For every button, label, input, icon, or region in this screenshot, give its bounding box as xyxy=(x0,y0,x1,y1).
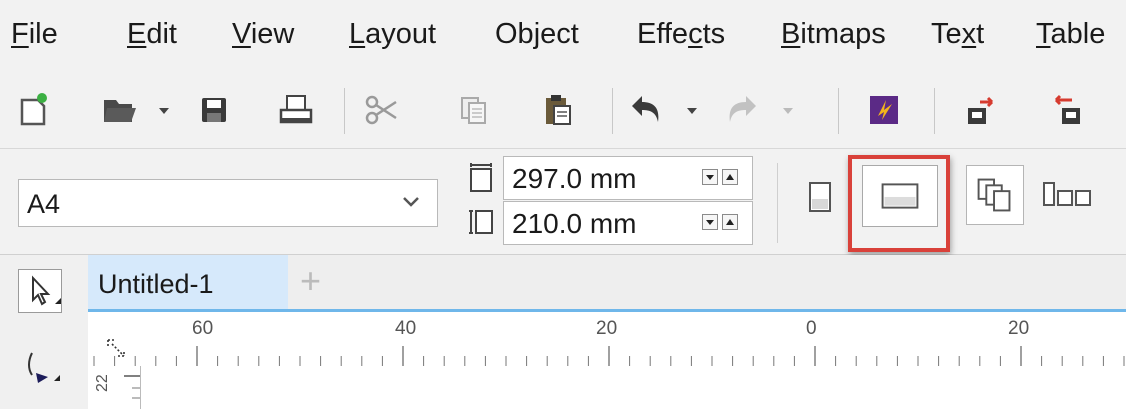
pick-tool-icon[interactable] xyxy=(18,269,62,313)
toolbox xyxy=(0,255,89,409)
page-width-field[interactable]: 297.0 mm xyxy=(503,156,753,200)
menu-effects[interactable]: Effects xyxy=(637,16,725,52)
corel-connect-icon[interactable] xyxy=(862,88,906,132)
toolbar-separator xyxy=(934,88,935,134)
standard-toolbar xyxy=(0,78,1126,149)
menu-text[interactable]: Text xyxy=(931,16,984,52)
print-icon[interactable] xyxy=(274,88,318,132)
chevron-down-icon[interactable] xyxy=(401,192,421,212)
page-height-value: 210.0 mm xyxy=(512,208,637,239)
document-tab-label: Untitled-1 xyxy=(98,269,214,299)
page-size-preset-value: A4 xyxy=(27,189,61,219)
page-height-field[interactable]: 210.0 mm xyxy=(503,201,753,245)
ruler-origin-icon[interactable] xyxy=(104,336,130,362)
portrait-orientation-button[interactable] xyxy=(806,179,834,215)
redo-dropdown-icon[interactable] xyxy=(766,88,793,132)
width-increase-button[interactable] xyxy=(722,169,738,185)
undo-icon[interactable] xyxy=(624,88,668,132)
save-icon[interactable] xyxy=(192,88,236,132)
paste-icon[interactable] xyxy=(536,88,580,132)
shape-tool-icon[interactable] xyxy=(18,347,62,391)
menu-object[interactable]: Object xyxy=(495,16,579,52)
width-decrease-button[interactable] xyxy=(702,169,718,185)
export-icon[interactable] xyxy=(1044,88,1088,132)
redo-icon[interactable] xyxy=(720,88,764,132)
toolbar-separator xyxy=(344,88,345,134)
page-size-preset-select[interactable]: A4 xyxy=(18,179,438,227)
menu-bitmaps[interactable]: Bitmaps xyxy=(781,16,886,52)
horizontal-ruler[interactable]: 60 40 20 0 20 xyxy=(88,312,1126,367)
drawing-canvas[interactable] xyxy=(141,366,1126,409)
add-tab-button[interactable]: + xyxy=(300,261,321,301)
all-pages-button[interactable] xyxy=(966,165,1024,225)
page-height-icon xyxy=(468,207,494,237)
toolbar-separator xyxy=(838,88,839,134)
property-bar: A4 297.0 mm 210.0 mm xyxy=(0,149,1126,255)
height-increase-button[interactable] xyxy=(722,214,738,230)
page-width-value: 297.0 mm xyxy=(512,163,637,194)
propbar-separator xyxy=(777,163,778,243)
open-folder-icon[interactable] xyxy=(98,88,142,132)
copy-icon[interactable] xyxy=(452,88,496,132)
highlight-box xyxy=(848,155,950,252)
open-dropdown-icon[interactable] xyxy=(142,88,169,132)
vertical-ruler[interactable]: 22 xyxy=(88,366,141,409)
undo-dropdown-icon[interactable] xyxy=(670,88,697,132)
document-tab[interactable]: Untitled-1 xyxy=(88,255,288,311)
document-tab-bar: Untitled-1 + xyxy=(88,255,1126,311)
ruler-ticks xyxy=(93,346,1125,366)
menu-file[interactable]: File xyxy=(11,16,58,52)
height-decrease-button[interactable] xyxy=(702,214,718,230)
import-icon[interactable] xyxy=(958,88,1002,132)
menu-bar: File Edit View Layout Object Effects Bit… xyxy=(0,0,1126,78)
menu-table[interactable]: Table xyxy=(1036,16,1105,52)
menu-layout[interactable]: Layout xyxy=(349,16,436,52)
page-width-icon xyxy=(468,163,494,193)
toolbar-separator xyxy=(612,88,613,134)
current-page-button[interactable] xyxy=(1040,175,1096,215)
new-document-icon[interactable] xyxy=(12,88,56,132)
menu-edit[interactable]: Edit xyxy=(127,16,177,52)
menu-view[interactable]: View xyxy=(232,16,294,52)
cut-icon[interactable] xyxy=(360,88,404,132)
